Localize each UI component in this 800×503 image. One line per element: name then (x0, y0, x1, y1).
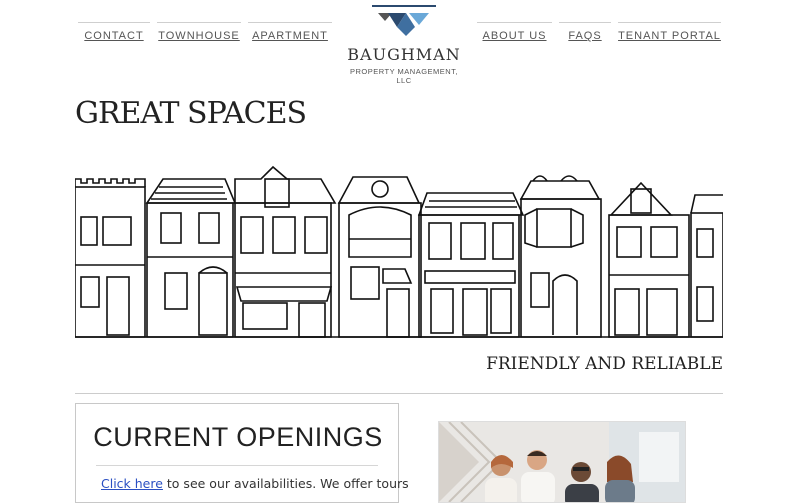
brand-name: BAUGHMAN (347, 45, 461, 64)
nav-apartment[interactable]: APARTMENT (248, 22, 332, 44)
hero-tagline: FRIENDLY AND RELIABLE (486, 354, 723, 374)
team-photo-image (439, 422, 685, 502)
nav-tenant-portal[interactable]: TENANT PORTAL (618, 22, 721, 44)
nav-faqs[interactable]: FAQS (559, 22, 611, 44)
team-photo (438, 421, 686, 503)
availabilities-link[interactable]: Click here (101, 476, 163, 491)
nav-contact[interactable]: CONTACT (78, 22, 150, 44)
logo-diamond-icon (378, 13, 429, 36)
openings-description-text: to see our availabilities. We offer tour… (162, 476, 409, 491)
nav-townhouse[interactable]: TOWNHOUSE (157, 22, 241, 44)
openings-description: Click here to see our availabilities. We… (101, 476, 409, 491)
nav-about-us[interactable]: ABOUT US (477, 22, 552, 44)
section-divider (75, 393, 723, 394)
current-openings-card: CURRENT OPENINGS Click here to see our a… (75, 403, 409, 503)
townhouse-row-illustration (75, 165, 723, 338)
brand-subtitle: PROPERTY MANAGEMENT, LLC (349, 67, 459, 85)
card-divider (96, 465, 378, 466)
current-openings-title: CURRENT OPENINGS (93, 422, 383, 452)
brand-logo[interactable]: BAUGHMAN PROPERTY MANAGEMENT, LLC (345, 5, 463, 85)
hero-title: GREAT SPACES (75, 96, 307, 131)
